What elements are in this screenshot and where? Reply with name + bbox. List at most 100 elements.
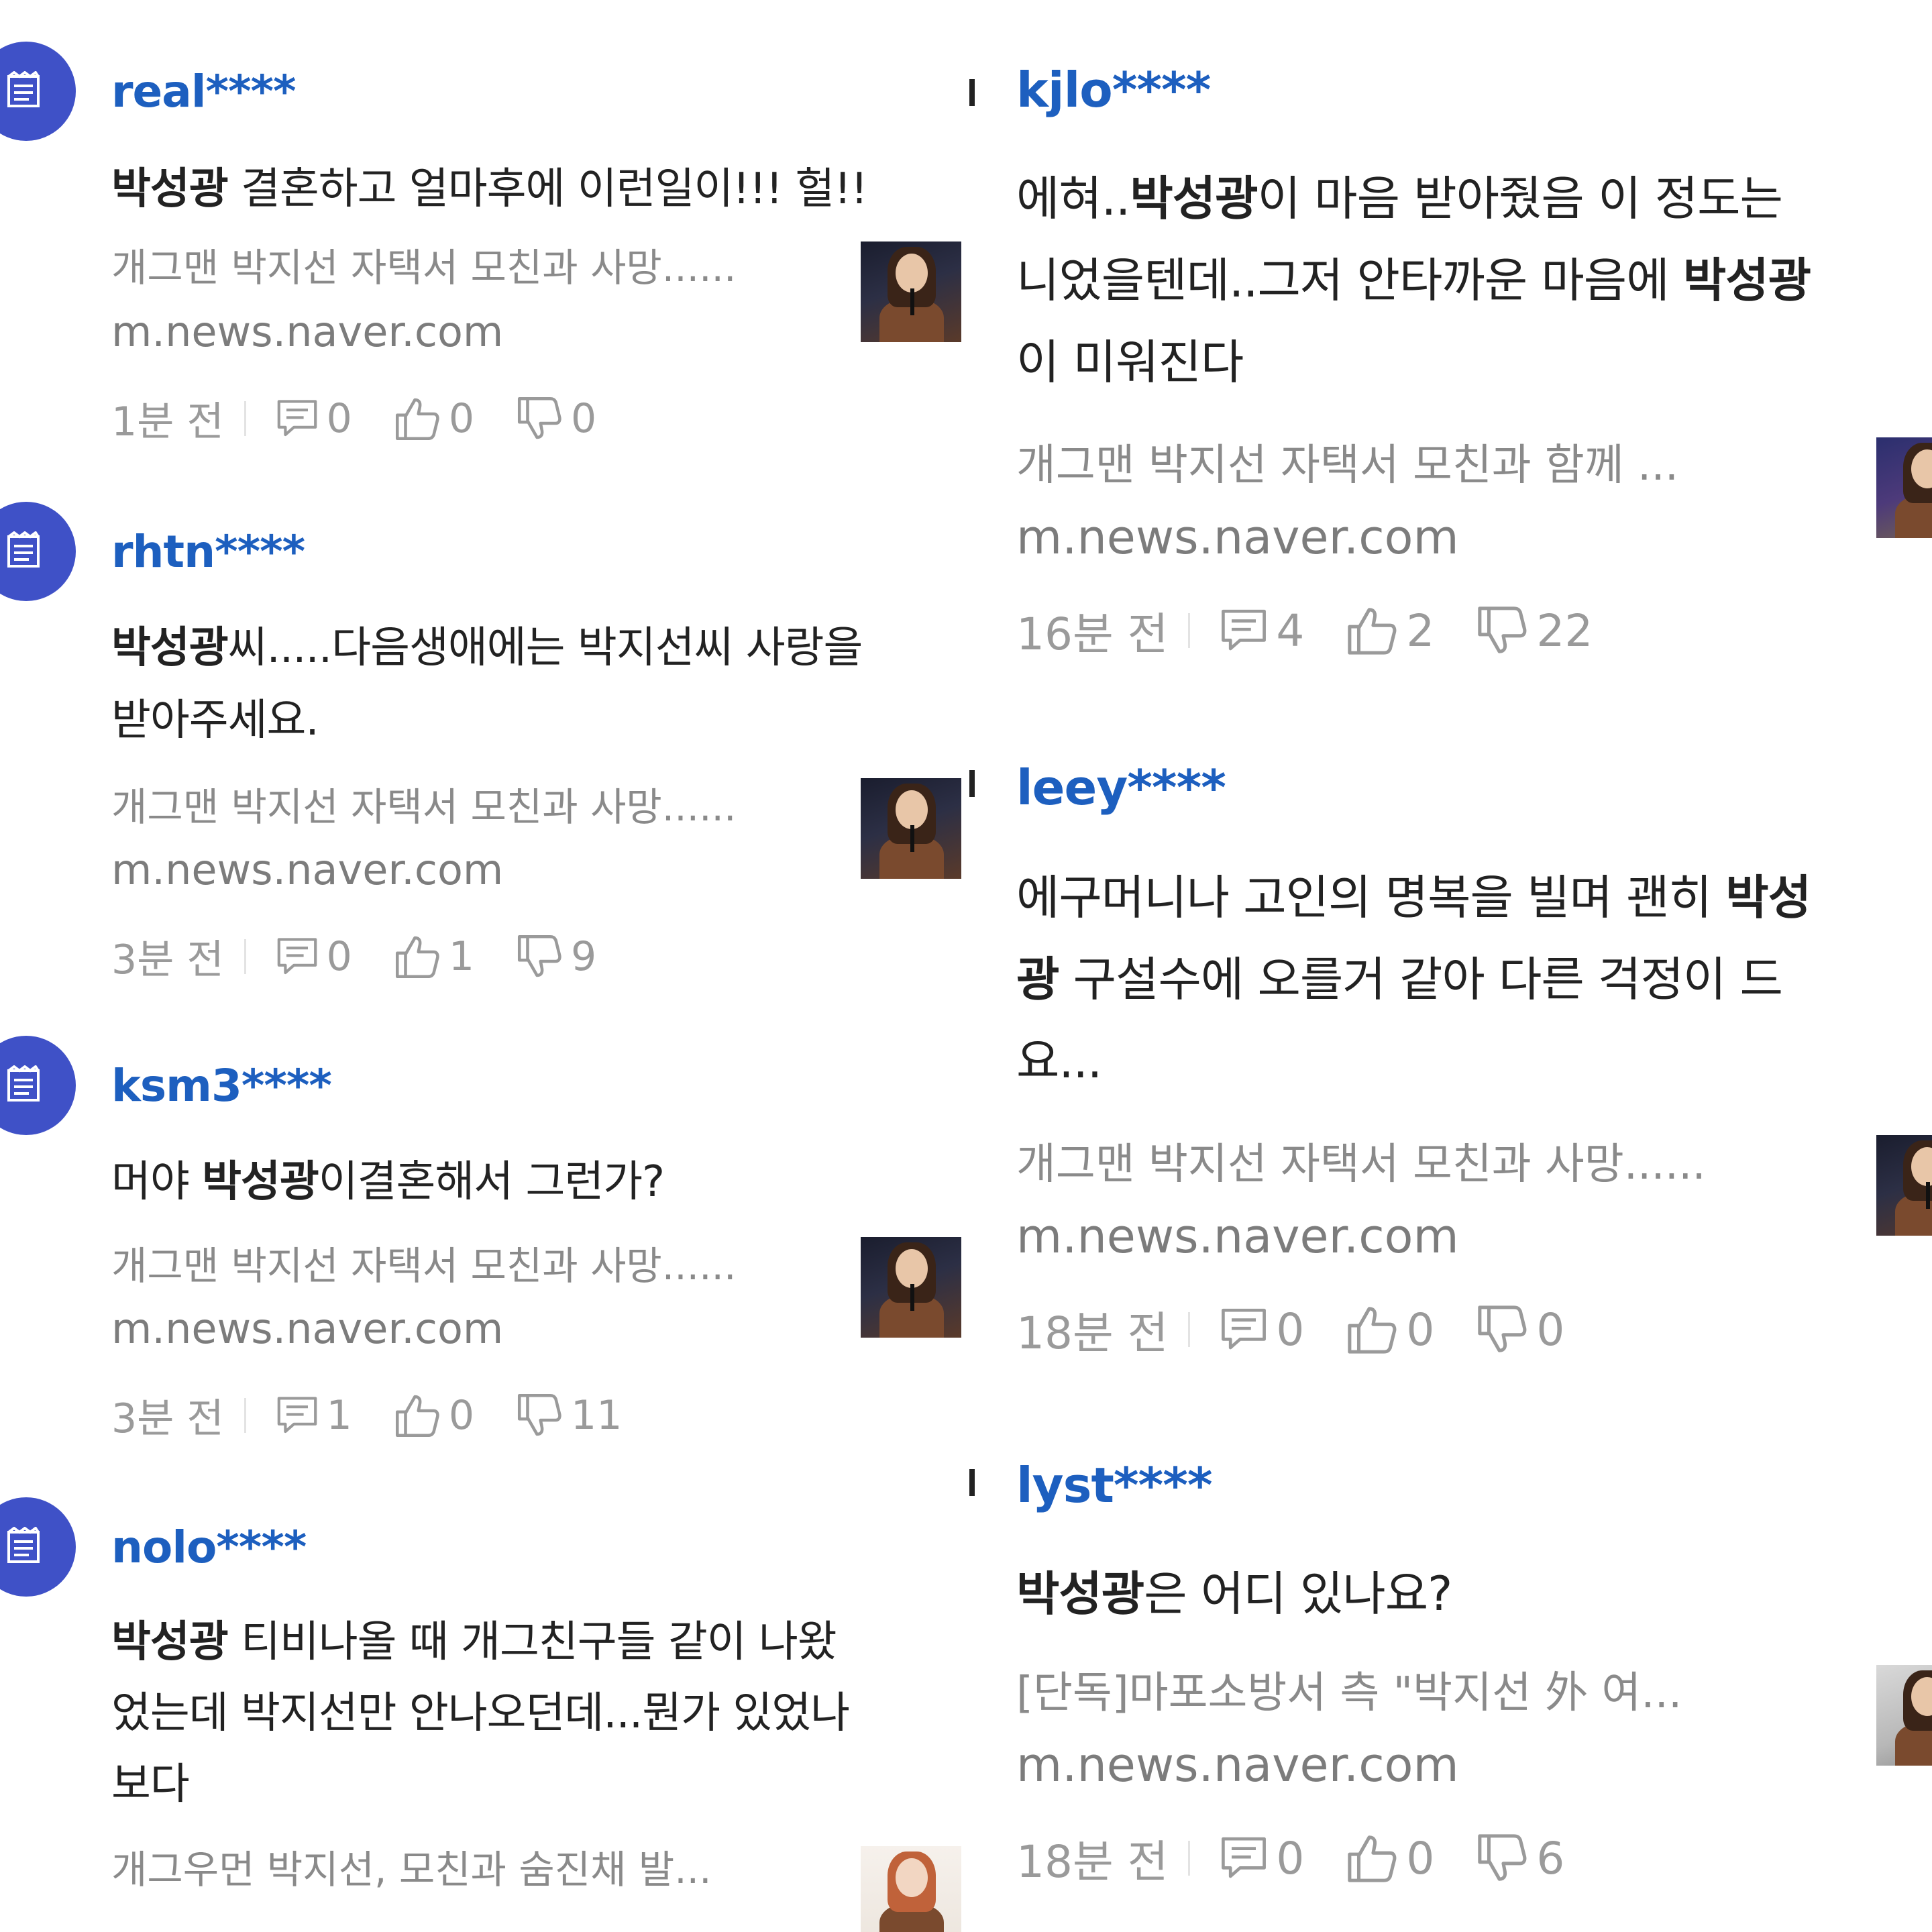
news-link-title[interactable]: [단독]마포소방서 측 "박지선 外 여...: [1016, 1658, 1682, 1720]
like-count: 0: [1406, 1303, 1435, 1356]
news-link-domain[interactable]: m.news.naver.com: [1016, 1737, 1459, 1792]
like-button[interactable]: 0: [394, 1392, 474, 1439]
news-link-domain[interactable]: m.news.naver.com: [111, 1304, 503, 1353]
news-thumbnail[interactable]: [861, 778, 961, 879]
comment-username[interactable]: nolo****: [111, 1521, 307, 1573]
thumbs-down-icon: [516, 933, 563, 980]
news-link-title[interactable]: 개그맨 박지선 자택서 모친과 사망......: [111, 236, 736, 292]
like-button[interactable]: 0: [1346, 1303, 1434, 1356]
dislike-button[interactable]: 11: [516, 1392, 622, 1439]
like-button[interactable]: 0: [394, 395, 474, 442]
avatar[interactable]: [0, 1036, 76, 1135]
dislike-button[interactable]: 0: [516, 395, 596, 442]
right-comment-column: kjlo**** 에혀..박성광이 마음 받아줬음 이 정도는 니었을텐데..그…: [969, 0, 1932, 1932]
reply-count: 0: [1276, 1832, 1305, 1884]
newspaper-icon: [5, 1527, 45, 1567]
reply-count: 0: [326, 394, 352, 442]
news-thumbnail[interactable]: [1876, 1135, 1932, 1236]
news-link-title[interactable]: 개그맨 박지선 자택서 모친과 사망......: [111, 775, 736, 832]
comment-meta: 18분 전 0 0 6: [1016, 1826, 1606, 1890]
reply-icon: [276, 935, 319, 978]
divider: [1188, 1312, 1191, 1347]
comment-text-segment: 결혼하고 얼마후에 이런일이!!! 헐!!: [227, 164, 868, 214]
reply-count: 4: [1276, 604, 1305, 657]
comment-text-segment: 에구머니나 고인의 명복을 빌며 괜히: [1016, 870, 1726, 925]
dislike-count: 0: [1536, 1303, 1565, 1356]
reply-count: 0: [1276, 1303, 1305, 1356]
reply-icon: [276, 397, 319, 440]
news-thumbnail[interactable]: [1876, 437, 1932, 538]
like-count: 1: [448, 932, 475, 980]
reply-button[interactable]: 0: [1220, 1304, 1304, 1356]
comment-meta: 18분 전 0 0 0: [1016, 1297, 1606, 1362]
comment-text-line: 광 구설수에 오를거 같아 다른 걱정이 드: [1016, 942, 1783, 1010]
comment-text-segment: 은 어디 있나요?: [1144, 1566, 1452, 1621]
dislike-button[interactable]: 9: [516, 933, 596, 980]
comment-text-line: 니었을텐데..그저 안타까운 마음에 박성광: [1016, 243, 1811, 311]
reply-icon: [1220, 606, 1268, 655]
reply-button[interactable]: 0: [276, 395, 352, 442]
reply-icon: [1220, 1305, 1268, 1354]
comment-meta: 1분 전 0 0 0: [111, 389, 638, 447]
highlighted-keyword: 박성광: [111, 1617, 229, 1667]
comment-text-line: 박성광씨.....다음생애에는 박지선씨 사랑을: [111, 613, 863, 675]
thumbs-down-icon: [1476, 1303, 1528, 1356]
dislike-count: 22: [1536, 604, 1593, 657]
comment-text-segment: 씨.....다음생애에는 박지선씨 사랑을: [227, 623, 863, 673]
comment-username[interactable]: leey****: [1016, 759, 1226, 816]
thumbs-down-icon: [516, 1392, 563, 1439]
like-button[interactable]: 1: [394, 933, 474, 980]
comment-time: 3분 전: [111, 1395, 224, 1442]
comment-time: 1분 전: [111, 398, 224, 445]
reply-button[interactable]: 1: [276, 1392, 352, 1439]
comment-username[interactable]: ksm3****: [111, 1060, 332, 1112]
highlighted-keyword: 박성광: [1682, 253, 1811, 308]
news-thumbnail[interactable]: [861, 1846, 961, 1932]
news-link-title[interactable]: 개그맨 박지선 자택서 모친과 사망......: [1016, 1130, 1706, 1191]
comment-text-line: 에혀..박성광이 마음 받아줬음 이 정도는: [1016, 161, 1783, 229]
news-link-title[interactable]: 개그맨 박지선 자택서 모친과 사망......: [111, 1234, 736, 1291]
dislike-count: 9: [571, 932, 597, 980]
news-thumbnail[interactable]: [861, 1237, 961, 1338]
thumbs-up-icon: [1346, 1832, 1398, 1884]
reply-count: 0: [326, 932, 352, 980]
like-button[interactable]: 2: [1346, 604, 1434, 657]
avatar[interactable]: [0, 1497, 76, 1597]
comment-text: 박성광 결혼하고 얼마후에 이런일이!!! 헐!!: [111, 154, 868, 216]
dislike-button[interactable]: 6: [1476, 1832, 1564, 1884]
dislike-button[interactable]: 22: [1476, 604, 1593, 657]
news-link-domain[interactable]: m.news.naver.com: [111, 307, 503, 356]
comment-text-segment: 에혀..: [1016, 171, 1130, 226]
comment-time: 18분 전: [1016, 1307, 1169, 1359]
reply-icon: [1220, 1834, 1268, 1882]
comment-username[interactable]: real****: [111, 66, 297, 117]
avatar[interactable]: [0, 42, 76, 141]
news-link-domain[interactable]: m.news.naver.com: [111, 845, 503, 894]
news-link-domain[interactable]: m.news.naver.com: [1016, 1209, 1459, 1264]
reply-button[interactable]: 4: [1220, 605, 1304, 657]
left-comment-column: real**** 박성광 결혼하고 얼마후에 이런일이!!! 헐!! 개그맨 박…: [0, 0, 969, 1932]
comment-username[interactable]: kjlo****: [1016, 62, 1211, 118]
newspaper-icon: [5, 531, 45, 572]
avatar[interactable]: [0, 502, 76, 601]
news-link-title[interactable]: 개그맨 박지선 자택서 모친과 함께 ...: [1016, 431, 1678, 492]
news-thumbnail[interactable]: [861, 241, 961, 342]
highlighted-keyword: 광: [1016, 952, 1059, 1007]
news-link-title[interactable]: 개그우먼 박지선, 모친과 숨진채 발...: [111, 1838, 712, 1894]
dislike-count: 6: [1536, 1832, 1565, 1884]
comment-username[interactable]: lyst****: [1016, 1457, 1212, 1513]
news-link-domain[interactable]: m.news.naver.com: [1016, 510, 1459, 565]
comment-text-line: 받아주세요.: [111, 696, 319, 745]
comment-username[interactable]: rhtn****: [111, 526, 305, 578]
news-thumbnail[interactable]: [1876, 1665, 1932, 1766]
comment-text: 박성광은 어디 있나요?: [1016, 1556, 1452, 1624]
comment-text: 머야 박성광이결혼해서 그런가?: [111, 1147, 665, 1209]
newspaper-icon: [5, 71, 45, 111]
highlighted-keyword: 박성광: [1016, 1566, 1144, 1621]
comment-text-segment: 구설수에 오를거 같아 다른 걱정이 드: [1059, 952, 1783, 1007]
reply-button[interactable]: 0: [1220, 1833, 1304, 1884]
comment-text-segment: 니었을텐데..그저 안타까운 마음에: [1016, 253, 1683, 308]
reply-button[interactable]: 0: [276, 933, 352, 980]
dislike-button[interactable]: 0: [1476, 1303, 1564, 1356]
like-button[interactable]: 0: [1346, 1832, 1434, 1884]
